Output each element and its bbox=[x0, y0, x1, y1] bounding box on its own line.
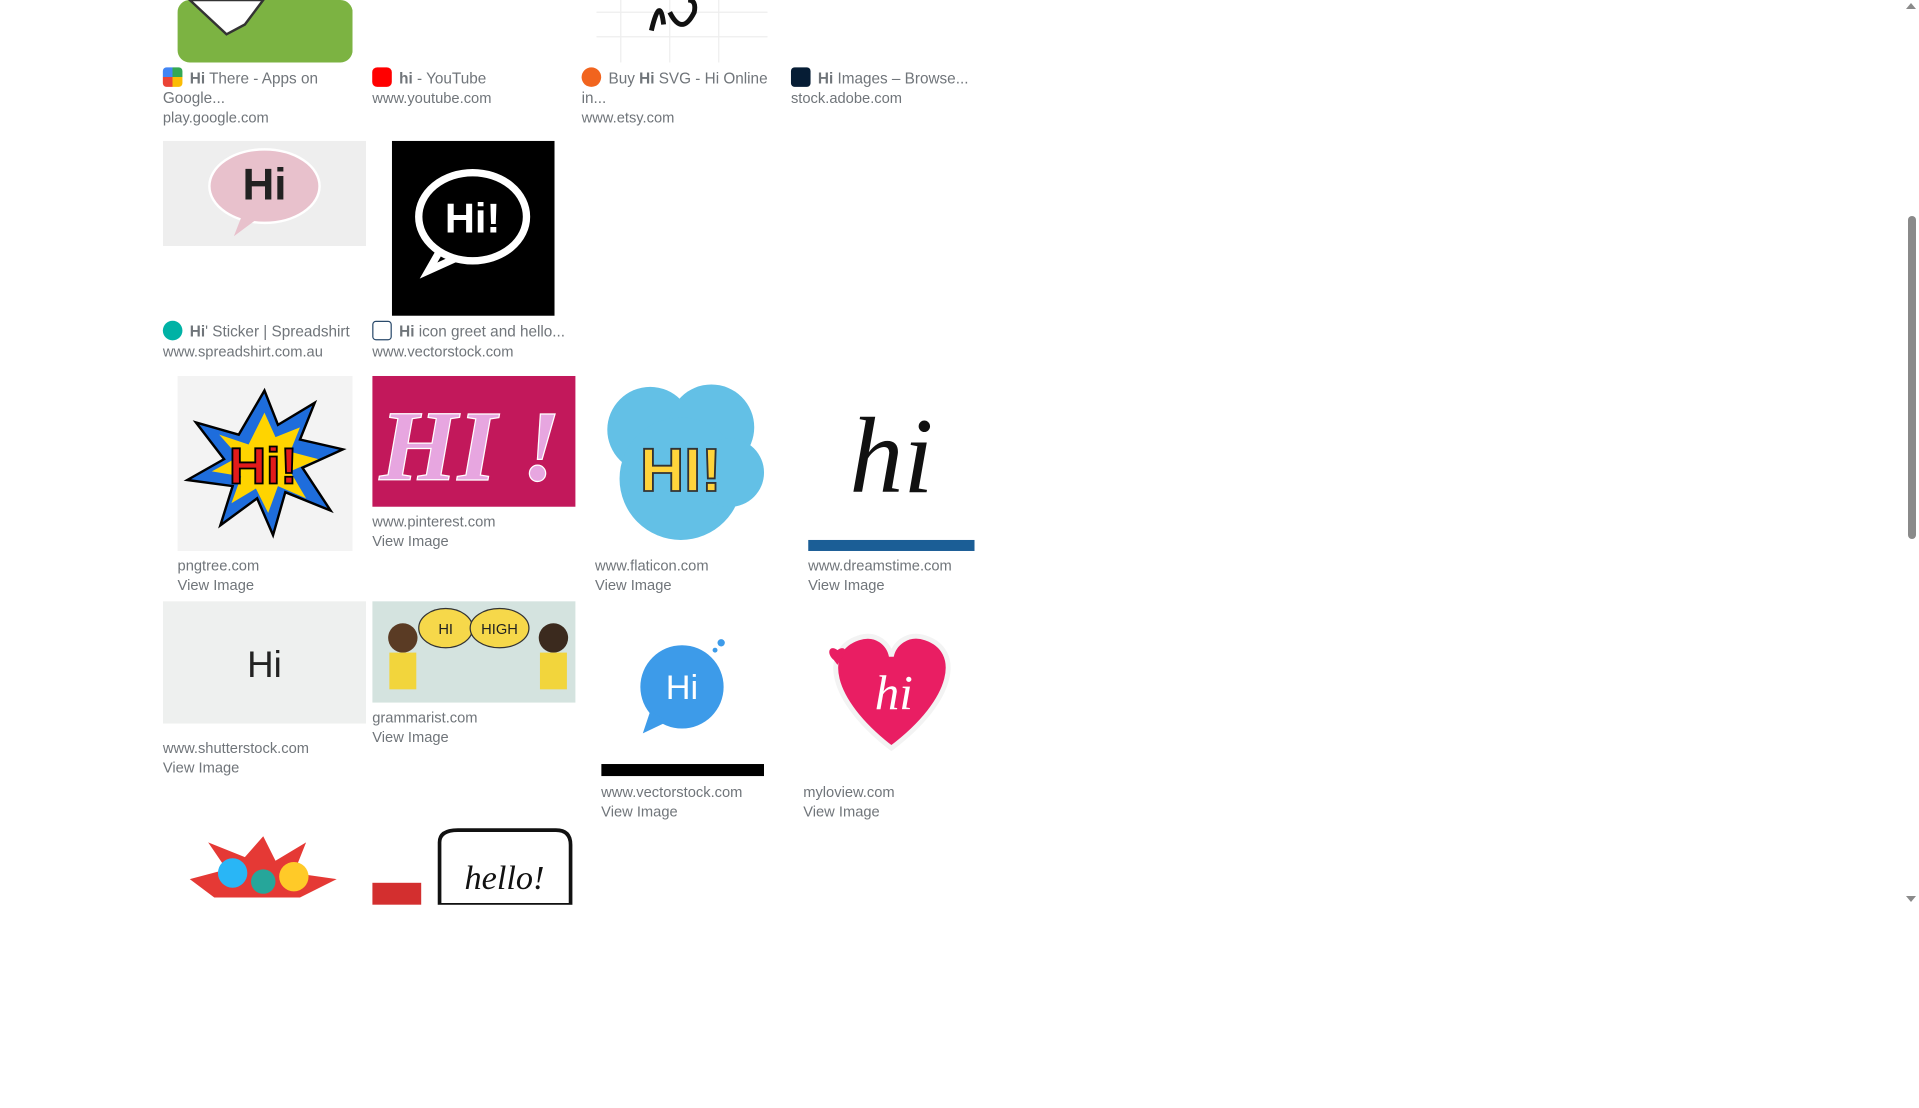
view-image-link[interactable]: View Image bbox=[163, 758, 309, 778]
thumbnail-etsy[interactable] bbox=[596, 0, 768, 63]
view-image-link[interactable]: View Image bbox=[595, 575, 709, 595]
source-url[interactable]: pngtree.com bbox=[178, 556, 260, 576]
thumbnail-hi-comic[interactable]: Hi! bbox=[177, 375, 353, 551]
vertical-scrollbar[interactable] bbox=[1904, 0, 1919, 905]
thumbnail-hi-script[interactable]: hi bbox=[808, 375, 975, 551]
hi-text: Hi bbox=[247, 644, 282, 685]
adobe-stock-icon bbox=[790, 67, 811, 87]
source-url[interactable]: www.dreamstime.com bbox=[808, 556, 952, 576]
thumbnail-hi-blue[interactable]: Hi bbox=[601, 601, 765, 777]
thumbnail-google-play[interactable] bbox=[177, 0, 353, 63]
source-url[interactable]: www.spreadshirt.com.au bbox=[163, 342, 371, 362]
result-caption[interactable]: grammarist.com View Image bbox=[372, 708, 477, 747]
thumbnail-hi-speech-pink[interactable]: Hi bbox=[162, 140, 367, 247]
thumbnail-hi-glitter[interactable]: HI ! bbox=[372, 375, 576, 507]
hello-text: hello! bbox=[464, 859, 544, 897]
result-caption[interactable]: www.vectorstock.com View Image bbox=[601, 782, 742, 821]
source-url[interactable]: www.vectorstock.com bbox=[601, 782, 742, 802]
result-caption[interactable]: www.pinterest.com View Image bbox=[372, 512, 495, 551]
view-image-link[interactable]: View Image bbox=[803, 802, 894, 822]
source-url[interactable]: stock.adobe.com bbox=[791, 88, 987, 108]
source-url[interactable]: www.shutterstock.com bbox=[163, 738, 309, 758]
hi-text: Hi! bbox=[229, 437, 298, 495]
view-image-link[interactable]: View Image bbox=[808, 575, 952, 595]
hi-text: Hi! bbox=[445, 195, 500, 242]
source-url[interactable]: www.vectorstock.com bbox=[372, 342, 580, 362]
thumbnail-hi-shutterstock[interactable]: Hi bbox=[162, 601, 367, 734]
hi-text: hi bbox=[875, 665, 913, 720]
result-caption[interactable]: Hi' Sticker | Spreadshirt www.spreadshir… bbox=[162, 320, 371, 362]
thumbnail-hi-bubble-black[interactable]: Hi! bbox=[391, 140, 555, 316]
result-caption[interactable]: pngtree.com View Image bbox=[178, 556, 260, 595]
view-image-link[interactable]: View Image bbox=[601, 802, 742, 822]
result-caption[interactable]: hi - YouTube www.youtube.com bbox=[372, 67, 574, 107]
youtube-icon bbox=[372, 67, 392, 87]
google-play-icon bbox=[162, 67, 183, 87]
source-url[interactable]: grammarist.com bbox=[372, 708, 477, 728]
result-caption[interactable]: myloview.com View Image bbox=[803, 782, 894, 821]
source-url[interactable]: www.etsy.com bbox=[582, 108, 778, 128]
thumbnail-hi-flaticon[interactable]: HI! bbox=[595, 380, 766, 544]
spreadshirt-icon bbox=[162, 320, 183, 341]
source-url[interactable]: www.youtube.com bbox=[372, 88, 574, 108]
result-caption[interactable]: Hi There - Apps on Google... play.google… bbox=[162, 67, 347, 128]
vectorstock-icon bbox=[372, 320, 392, 341]
view-image-link[interactable]: View Image bbox=[372, 531, 495, 551]
source-url[interactable]: play.google.com bbox=[163, 108, 347, 128]
hi-text: HI bbox=[438, 622, 453, 638]
result-caption[interactable]: www.dreamstime.com View Image bbox=[808, 556, 952, 595]
scroll-down-arrow[interactable] bbox=[1906, 896, 1916, 902]
hi-text: HI! bbox=[640, 436, 722, 504]
result-caption[interactable]: Hi Images – Browse... stock.adobe.com bbox=[790, 67, 987, 108]
view-image-link[interactable]: View Image bbox=[178, 575, 260, 595]
result-caption[interactable]: www.flaticon.com View Image bbox=[595, 556, 709, 595]
source-url[interactable]: www.flaticon.com bbox=[595, 556, 709, 576]
result-caption[interactable]: Hi icon greet and hello... www.vectorsto… bbox=[372, 320, 580, 362]
result-caption[interactable]: Buy Hi SVG - Hi Online in... www.etsy.co… bbox=[581, 67, 778, 128]
result-caption[interactable]: www.shutterstock.com View Image bbox=[163, 738, 309, 777]
source-url[interactable]: myloview.com bbox=[803, 782, 894, 802]
hi-text: hi bbox=[849, 397, 933, 516]
hi-text: HI ! bbox=[379, 391, 561, 502]
hi-text: Hi bbox=[242, 161, 286, 210]
scroll-up-arrow[interactable] bbox=[1906, 3, 1916, 9]
hi-text: Hi bbox=[666, 669, 698, 707]
etsy-icon bbox=[581, 67, 602, 87]
thumbnail-hello[interactable]: hello! bbox=[372, 827, 576, 905]
source-url[interactable]: www.pinterest.com bbox=[372, 512, 495, 532]
view-image-link[interactable]: View Image bbox=[372, 727, 477, 747]
thumbnail-grammarist[interactable]: HI HIGH bbox=[372, 601, 576, 703]
scrollbar-thumb[interactable] bbox=[1908, 216, 1916, 539]
thumbnail-hi-heart[interactable]: hi bbox=[803, 601, 981, 777]
thumbnail-hi-colorful[interactable] bbox=[177, 830, 353, 905]
high-text: HIGH bbox=[481, 622, 518, 638]
